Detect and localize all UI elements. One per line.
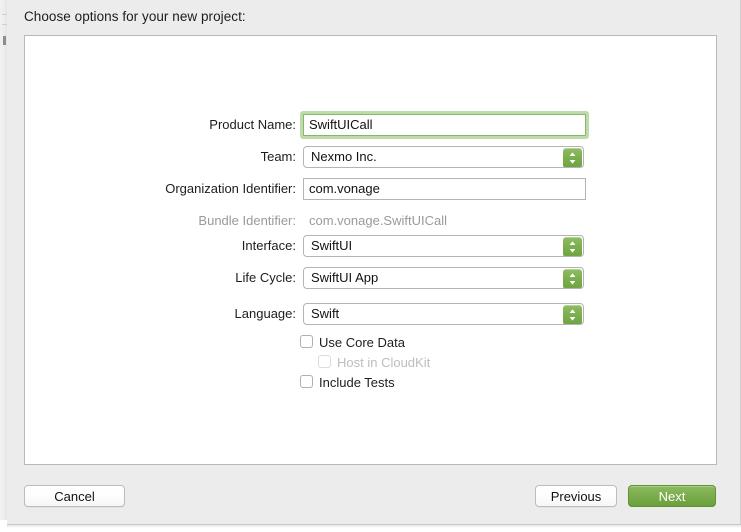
popup-select-value: Swift [311, 306, 340, 321]
popup-select-value: Nexmo Inc. [311, 149, 377, 164]
popup-select[interactable]: Swift [303, 303, 584, 325]
checkbox-label: Use Core Data [319, 335, 405, 350]
stepper-chevrons-icon [569, 309, 576, 321]
field-label: Interface: [241, 238, 296, 253]
popup-select[interactable]: SwiftUI [303, 235, 584, 257]
popup-stepper-button[interactable] [563, 305, 582, 324]
text-input[interactable]: SwiftUICall [303, 114, 586, 136]
popup-stepper-button[interactable] [563, 237, 582, 256]
form-row: Bundle Identifier: com.vonage.SwiftUICall [25, 210, 718, 232]
checkbox-label: Host in CloudKit [337, 355, 431, 370]
checkbox-icon[interactable] [300, 335, 313, 348]
form-row: Interface: SwiftUI [25, 235, 718, 257]
popup-select-value: SwiftUI [311, 238, 353, 253]
background-window-mark [3, 36, 6, 45]
readonly-value: com.vonage.SwiftUICall [309, 213, 447, 228]
form-row: Team: Nexmo Inc. [25, 146, 718, 168]
options-panel: Product Name: SwiftUICall Team: Nexmo Inc. O… [24, 35, 717, 465]
popup-stepper-button[interactable] [563, 148, 582, 167]
checkbox-icon[interactable] [300, 375, 313, 388]
new-project-options-dialog: Choose options for your new project: Pro… [7, 0, 741, 525]
checkbox-label: Include Tests [319, 375, 395, 390]
field-label: Organization Identifier: [165, 181, 296, 196]
stepper-chevrons-icon [569, 241, 576, 253]
form-row: Organization Identifier: com.vonage [25, 178, 718, 200]
stepper-chevrons-icon [569, 273, 576, 285]
next-button[interactable]: Next [628, 485, 716, 507]
popup-select-value: SwiftUI App [311, 270, 379, 285]
field-label: Team: [260, 149, 296, 164]
field-label: Bundle Identifier: [198, 213, 296, 228]
stepper-chevrons-icon [569, 152, 576, 164]
form-row: Product Name: SwiftUICall [25, 114, 718, 136]
field-label: Language: [234, 306, 296, 321]
form-row: Life Cycle: SwiftUI App [25, 267, 718, 289]
previous-button[interactable]: Previous [535, 485, 617, 507]
popup-select[interactable]: Nexmo Inc. [303, 146, 584, 168]
form-row: Language: Swift [25, 303, 718, 325]
dialog-title: Choose options for your new project: [24, 9, 246, 24]
field-label: Life Cycle: [235, 270, 296, 285]
checkbox-icon [318, 355, 331, 368]
field-label: Product Name: [209, 117, 296, 132]
popup-stepper-button[interactable] [563, 269, 582, 288]
cancel-button[interactable]: Cancel [24, 485, 125, 507]
popup-select[interactable]: SwiftUI App [303, 267, 584, 289]
text-input[interactable]: com.vonage [303, 178, 586, 200]
dialog-bottom-shadow [7, 525, 741, 528]
